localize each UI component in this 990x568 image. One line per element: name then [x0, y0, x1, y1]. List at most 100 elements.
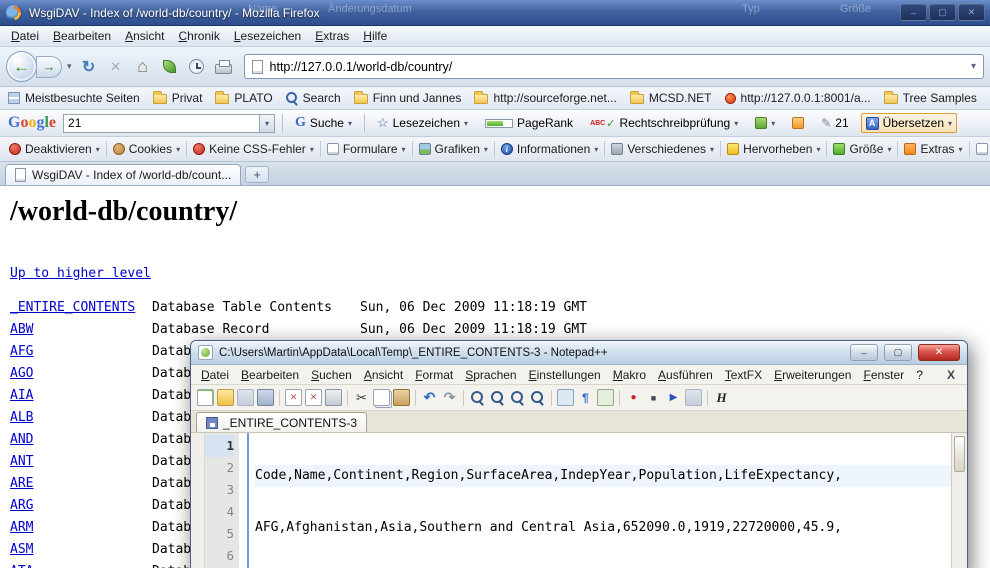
close-all-icon[interactable]: ✕ [305, 389, 322, 406]
open-folder-icon[interactable] [217, 389, 234, 406]
up-to-higher-level-link[interactable]: Up to higher level [10, 266, 151, 281]
entry-link[interactable]: ABW [10, 322, 33, 337]
tab-wsgidav[interactable]: WsgiDAV - Index of /world-db/count... [5, 164, 241, 185]
np-menu-suchen[interactable]: Suchen [305, 367, 358, 383]
entry-link[interactable]: ANT [10, 454, 33, 469]
bookmark-localhost[interactable]: http://127.0.0.1:8001/a... [725, 91, 871, 105]
webdev-informationen[interactable]: iInformationen▾ [496, 140, 603, 158]
np-menu-makro[interactable]: Makro [607, 367, 652, 383]
np-menu-ausfuehren[interactable]: Ausführen [652, 367, 719, 383]
bookmark-most-visited[interactable]: Meistbesuchte Seiten [8, 91, 140, 105]
find-icon[interactable] [469, 389, 486, 406]
maximize-button[interactable]: ▢ [884, 344, 912, 361]
record-macro-icon[interactable]: ● [625, 389, 642, 406]
np-menu-sprachen[interactable]: Sprachen [459, 367, 522, 383]
webdev-hervorheben[interactable]: Hervorheben▾ [722, 140, 825, 158]
textfx-icon[interactable]: H [713, 389, 730, 406]
menu-bearbeiten[interactable]: Bearbeiten [46, 27, 118, 45]
webdev-deaktivieren[interactable]: Deaktivieren▾ [4, 140, 105, 158]
webdev-verschiedenes[interactable]: Verschiedenes▾ [606, 140, 719, 158]
cut-icon[interactable]: ✂ [353, 389, 370, 406]
menu-chronik[interactable]: Chronik [171, 27, 226, 45]
webdev-groesse[interactable]: Größe▾ [828, 140, 896, 158]
copy-icon[interactable] [373, 389, 390, 406]
maximize-button[interactable]: ▢ [929, 4, 956, 21]
back-button[interactable]: ← [6, 51, 37, 82]
minimize-button[interactable]: – [900, 4, 927, 21]
pagerank-indicator[interactable]: PageRank [480, 113, 578, 133]
print-button[interactable] [212, 55, 236, 79]
menu-lesezeichen[interactable]: Lesezeichen [227, 27, 308, 45]
menu-hilfe[interactable]: Hilfe [356, 27, 394, 45]
np-menu-einstellungen[interactable]: Einstellungen [523, 367, 607, 383]
close-button[interactable]: ✕ [918, 344, 960, 361]
highlighter-button[interactable] [787, 114, 809, 132]
bookmark-tree-samples[interactable]: Tree Samples [884, 91, 977, 105]
webdev-quelltext[interactable]: Quelltext [971, 140, 990, 158]
save-all-icon[interactable] [257, 389, 274, 406]
entry-link[interactable]: ATA [10, 564, 33, 568]
stop-macro-icon[interactable]: ■ [645, 389, 662, 406]
forward-button[interactable]: → [36, 56, 62, 78]
np-menu-help[interactable]: ? [910, 367, 929, 383]
url-bar[interactable]: http://127.0.0.1/world-db/country/ ▾ [244, 54, 984, 79]
indent-guide-icon[interactable] [597, 389, 614, 406]
menu-datei[interactable]: Datei [4, 27, 46, 45]
bookmark-sourceforge[interactable]: http://sourceforge.net... [474, 91, 616, 105]
webdev-grafiken[interactable]: Grafiken▾ [414, 140, 493, 158]
url-dropdown-icon[interactable]: ▾ [971, 61, 976, 72]
entry-link[interactable]: ARG [10, 498, 33, 513]
bookmark-finn-und-jannes[interactable]: Finn und Jannes [354, 91, 462, 105]
feed-leaf-button[interactable] [158, 55, 182, 79]
print-icon[interactable] [325, 389, 342, 406]
save-icon[interactable] [237, 389, 254, 406]
replace-icon[interactable] [489, 389, 506, 406]
new-file-icon[interactable] [197, 389, 214, 406]
close-file-icon[interactable]: ✕ [285, 389, 302, 406]
save-macro-icon[interactable] [685, 389, 702, 406]
entry-link[interactable]: ASM [10, 542, 33, 557]
undo-icon[interactable]: ↶ [421, 389, 438, 406]
np-menu-format[interactable]: Format [409, 367, 459, 383]
show-all-chars-icon[interactable]: ¶ [577, 389, 594, 406]
editor-text[interactable]: Code,Name,Continent,Region,SurfaceArea,I… [249, 433, 951, 568]
entry-link[interactable]: AND [10, 432, 33, 447]
google-lesezeichen-button[interactable]: ☆Lesezeichen▾ [372, 112, 473, 134]
spellcheck-button[interactable]: ABC✓Rechtschreibprüfung▾ [585, 113, 743, 133]
np-menu-datei[interactable]: Datei [195, 367, 235, 383]
bookmark-mcsd[interactable]: MCSD.NET [630, 91, 712, 105]
entry-link[interactable]: _ENTIRE_CONTENTS [10, 300, 135, 315]
play-macro-icon[interactable]: ▶ [665, 389, 682, 406]
np-menu-ansicht[interactable]: Ansicht [358, 367, 409, 383]
vertical-scrollbar[interactable] [951, 433, 967, 568]
autofill-button[interactable]: ▾ [750, 114, 780, 132]
close-button[interactable]: ✕ [958, 4, 985, 21]
redo-icon[interactable]: ↷ [441, 389, 458, 406]
minimize-button[interactable]: – [850, 344, 878, 361]
entry-link[interactable]: ALB [10, 410, 33, 425]
entry-link[interactable]: AGO [10, 366, 33, 381]
bookmark-privat[interactable]: Privat [153, 91, 203, 105]
history-dropdown-icon[interactable]: ▾ [65, 61, 74, 72]
menu-extras[interactable]: Extras [308, 27, 356, 45]
np-menu-bearbeiten[interactable]: Bearbeiten [235, 367, 305, 383]
history-clock-button[interactable] [185, 55, 209, 79]
np-menu-fenster[interactable]: Fenster [857, 367, 910, 383]
webdev-css-fehler[interactable]: Keine CSS-Fehler▾ [188, 140, 319, 158]
notepad-tab[interactable]: _ENTIRE_CONTENTS-3 [196, 412, 367, 432]
stop-button[interactable]: ✕ [104, 55, 128, 79]
zoom-out-icon[interactable] [529, 389, 546, 406]
webdev-cookies[interactable]: Cookies▾ [108, 140, 185, 158]
np-menu-textfx[interactable]: TextFX [719, 367, 768, 383]
webdev-extras[interactable]: Extras▾ [899, 140, 967, 158]
home-button[interactable]: ⌂ [131, 55, 155, 79]
uebersetzen-button[interactable]: AÜbersetzen▾ [861, 113, 957, 133]
bookmark-plato[interactable]: PLATO [215, 91, 272, 105]
search-dropdown-icon[interactable]: ▾ [259, 115, 274, 132]
np-menu-erweiterungen[interactable]: Erweiterungen [768, 367, 857, 383]
notepad-editor[interactable]: 1 2 3 4 5 6 Code,Name,Continent,Region,S… [191, 433, 967, 568]
url-text[interactable]: http://127.0.0.1/world-db/country/ [270, 60, 453, 74]
entry-link[interactable]: ARM [10, 520, 33, 535]
bookmark-search[interactable]: Search [286, 91, 341, 105]
google-suche-button[interactable]: GSuche▾ [290, 112, 357, 134]
